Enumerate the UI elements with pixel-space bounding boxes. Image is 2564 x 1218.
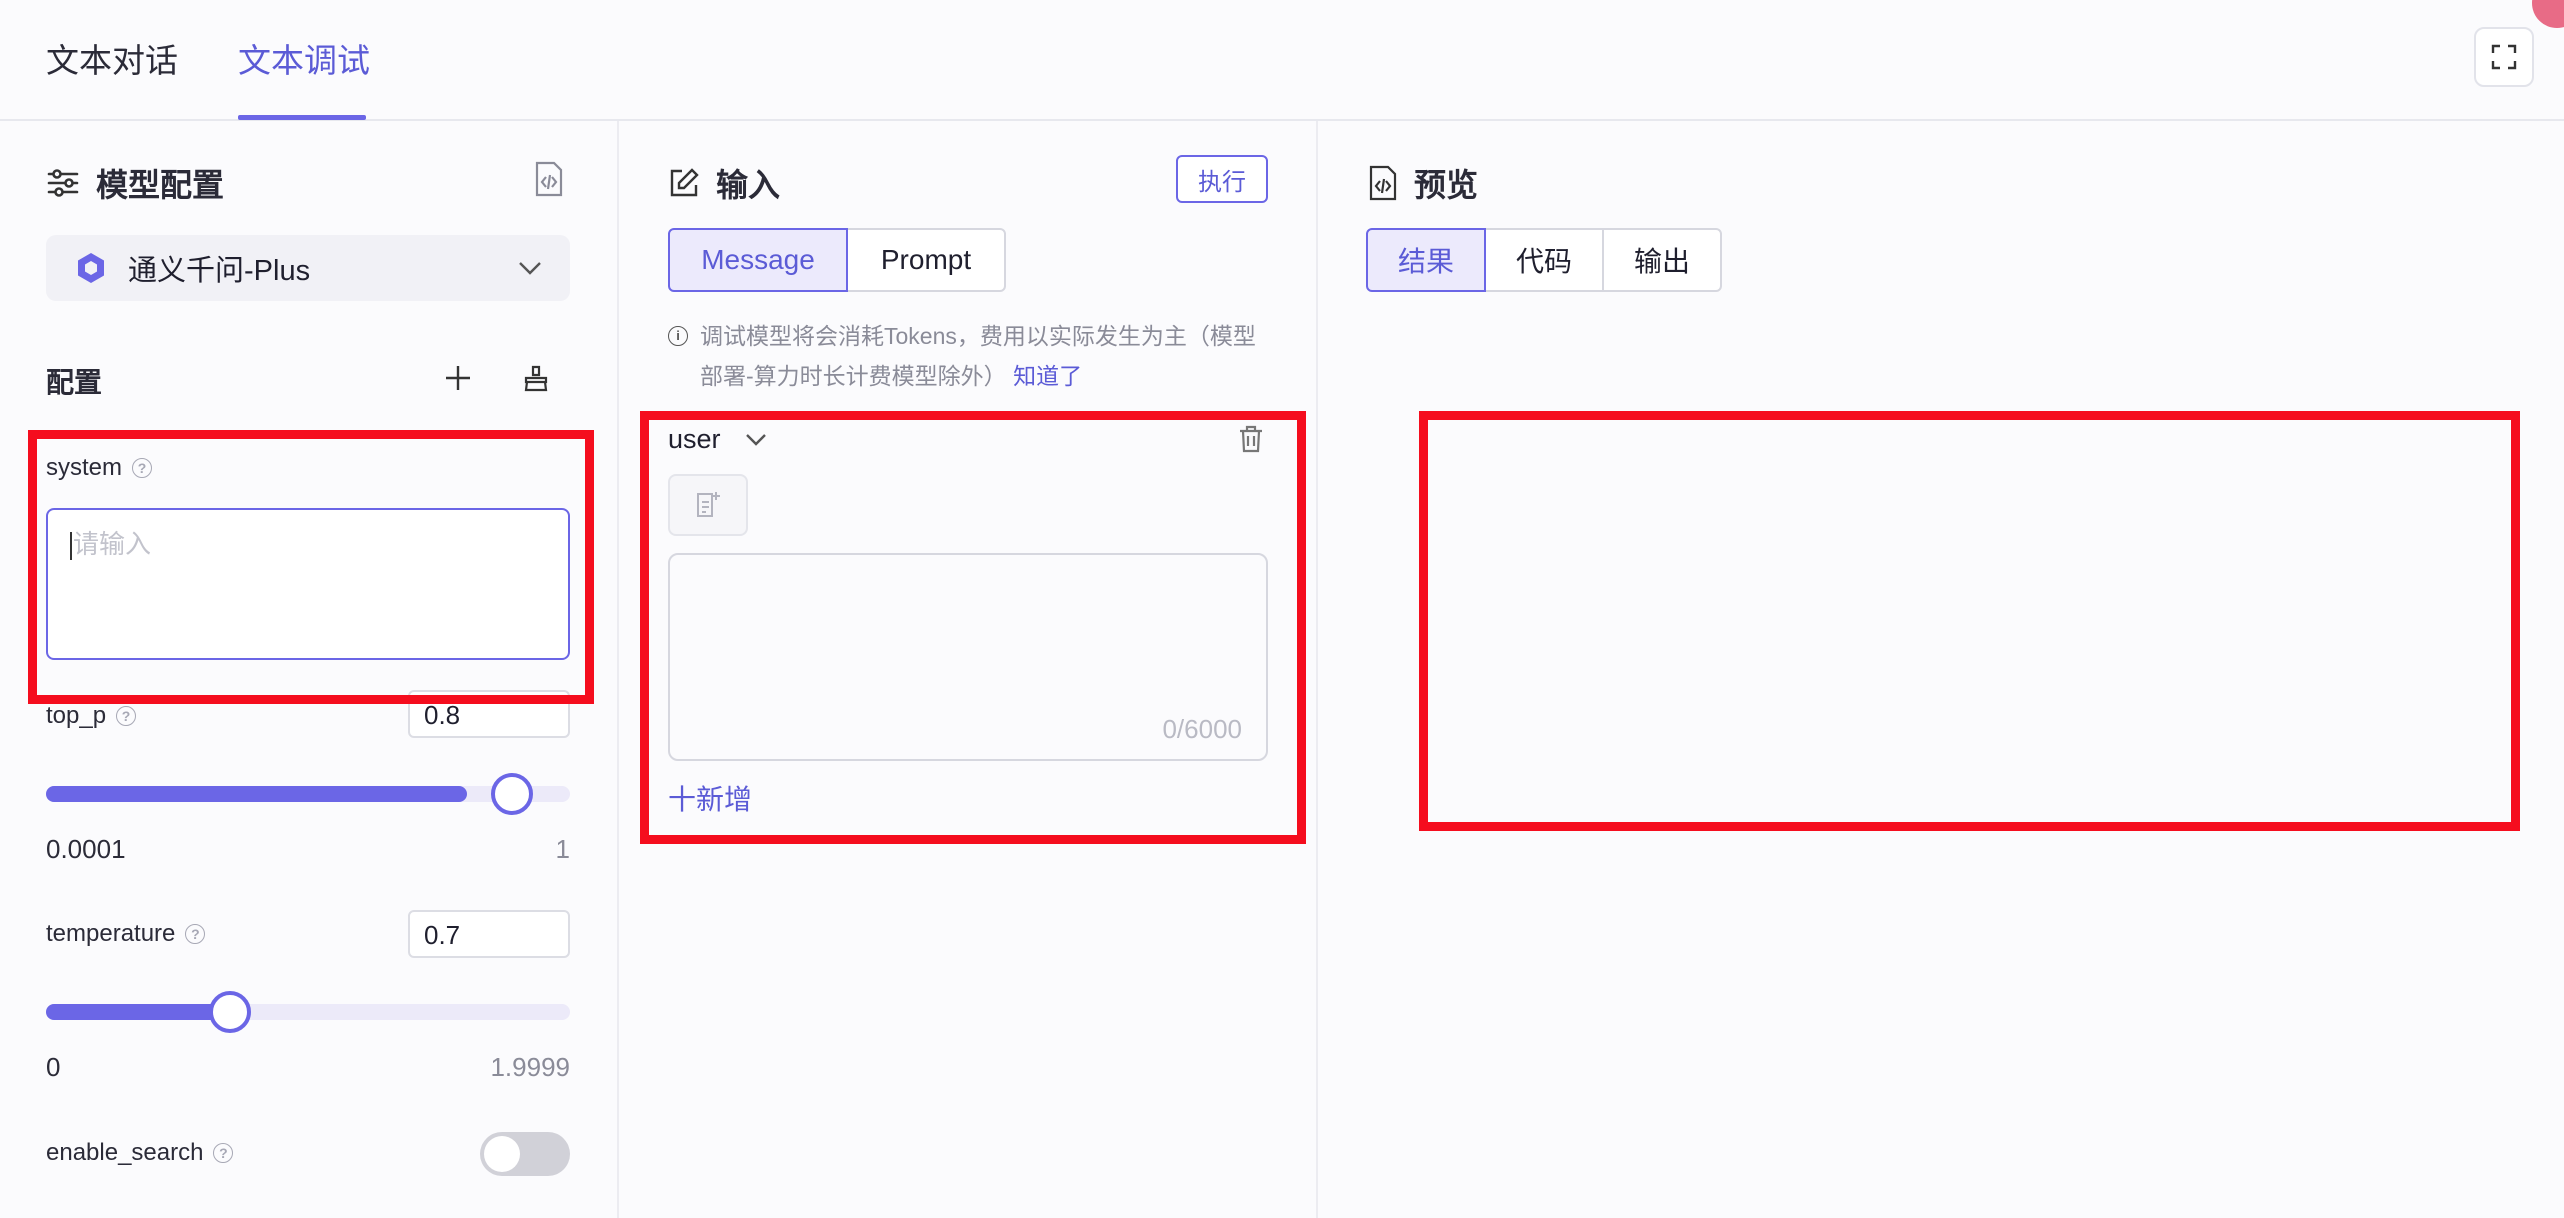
tab-text-debug[interactable]: 文本调试 xyxy=(238,34,370,82)
temperature-label-text: temperature xyxy=(46,920,176,947)
clear-brush-icon[interactable] xyxy=(518,360,554,396)
top-p-label-text: top_p xyxy=(46,702,107,729)
temperature-max: 1.9999 xyxy=(490,1052,570,1082)
temperature-slider[interactable] xyxy=(46,991,570,1033)
fullscreen-button[interactable] xyxy=(2474,27,2534,87)
model-select-value: 通义千问-Plus xyxy=(128,255,311,287)
active-tab-indicator xyxy=(238,115,366,120)
enable-search-label-text: enable_search xyxy=(46,1139,204,1166)
help-icon[interactable]: ? xyxy=(185,924,206,944)
highlight-box-system xyxy=(28,430,594,704)
temperature-input[interactable]: 0.7 xyxy=(408,910,570,958)
code-file-icon[interactable] xyxy=(532,160,566,198)
preview-tab-switch: 结果 代码 输出 xyxy=(1366,228,1722,292)
temperature-min: 0 xyxy=(46,1052,61,1082)
tab-text-chat[interactable]: 文本对话 xyxy=(46,34,178,82)
preview-title: 预览 xyxy=(1414,167,1479,203)
temperature-param-label: temperature ? xyxy=(46,920,206,948)
column-divider-left xyxy=(617,121,619,1218)
temperature-slider-thumb[interactable] xyxy=(209,991,251,1033)
input-title: 输入 xyxy=(716,167,781,203)
tab-code[interactable]: 代码 xyxy=(1484,228,1604,292)
top-p-max: 1 xyxy=(555,834,570,864)
model-config-header: 模型配置 xyxy=(46,160,224,206)
input-mode-switch: Message Prompt xyxy=(668,228,1006,292)
top-tab-bar: 文本对话 文本调试 xyxy=(0,0,2564,121)
top-p-param-label: top_p ? xyxy=(46,702,137,730)
notice-text: 调试模型将会消耗Tokens，费用以实际发生为主（模型部署-算力时长计费模型除外… xyxy=(700,323,1256,389)
edit-icon xyxy=(668,167,700,199)
top-p-min: 0.0001 xyxy=(46,834,126,864)
model-config-title: 模型配置 xyxy=(96,167,225,203)
top-p-slider[interactable] xyxy=(46,773,570,815)
help-icon[interactable]: ? xyxy=(116,706,137,726)
top-p-slider-thumb[interactable] xyxy=(491,773,533,815)
execute-button[interactable]: 执行 xyxy=(1176,155,1268,203)
model-select[interactable]: 通义千问-Plus xyxy=(46,235,570,301)
add-config-button[interactable] xyxy=(440,360,476,396)
top-p-slider-fill xyxy=(46,786,467,802)
info-icon: i xyxy=(668,326,688,346)
enable-search-param-label: enable_search ? xyxy=(46,1139,234,1167)
sliders-icon xyxy=(46,166,80,200)
tongyi-logo-icon xyxy=(74,251,108,285)
mode-prompt[interactable]: Prompt xyxy=(846,228,1006,292)
column-divider-right xyxy=(1316,121,1318,1218)
highlight-box-message xyxy=(640,411,1306,844)
tab-result[interactable]: 结果 xyxy=(1366,228,1486,292)
config-section-title: 配置 xyxy=(46,367,103,398)
preview-header: 预览 xyxy=(1368,160,1478,206)
temperature-slider-fill xyxy=(46,1004,229,1020)
help-icon[interactable]: ? xyxy=(213,1143,234,1163)
corner-badge xyxy=(2532,0,2564,28)
input-header: 输入 xyxy=(668,160,780,206)
fullscreen-icon xyxy=(2491,44,2517,70)
code-file-icon xyxy=(1368,165,1398,201)
highlight-box-preview xyxy=(1419,411,2520,831)
toggle-knob xyxy=(484,1136,520,1172)
chevron-down-icon xyxy=(518,261,542,275)
enable-search-toggle[interactable] xyxy=(480,1132,570,1176)
tab-output[interactable]: 输出 xyxy=(1602,228,1722,292)
mode-message[interactable]: Message xyxy=(668,228,848,292)
notice-dismiss-link[interactable]: 知道了 xyxy=(1013,363,1082,389)
token-notice: i 调试模型将会消耗Tokens，费用以实际发生为主（模型部署-算力时长计费模型… xyxy=(668,316,1278,396)
